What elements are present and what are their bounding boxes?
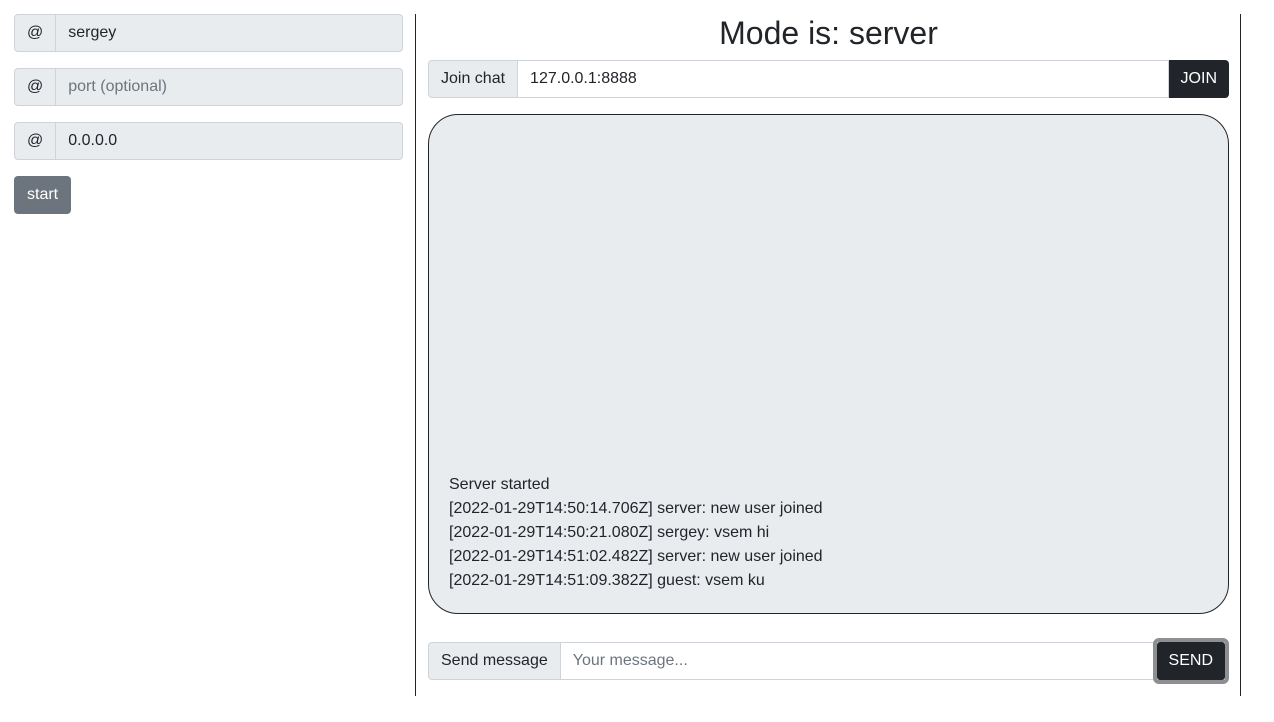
host-group: @ <box>14 122 403 160</box>
connection-panel: @ @ @ start <box>14 14 403 214</box>
chat-panel: Mode is: server Join chat JOIN Server st… <box>428 14 1229 614</box>
join-address-input[interactable] <box>518 60 1169 98</box>
at-icon: @ <box>14 68 57 106</box>
message-item: [2022-01-29T14:50:14.706Z] server: new u… <box>449 500 823 517</box>
message-item: [2022-01-29T14:50:21.080Z] sergey: vsem … <box>449 524 770 541</box>
send-button-focus-ring: SEND <box>1152 638 1229 684</box>
message-item: Server started <box>449 476 550 493</box>
join-group: Join chat JOIN <box>428 60 1229 98</box>
left-divider <box>415 14 416 696</box>
message-item: [2022-01-29T14:51:09.382Z] guest: vsem k… <box>449 572 765 589</box>
message-input[interactable] <box>560 642 1157 680</box>
port-group: @ <box>14 68 403 106</box>
at-icon: @ <box>14 122 57 160</box>
send-group: Send message SEND <box>428 638 1229 684</box>
send-label: Send message <box>428 642 561 680</box>
message-item: [2022-01-29T14:51:02.482Z] server: new u… <box>449 548 823 565</box>
join-label: Join chat <box>428 60 519 98</box>
port-input[interactable] <box>56 68 403 106</box>
chat-log: Server started [2022-01-29T14:50:14.706Z… <box>428 114 1229 614</box>
right-divider <box>1240 14 1241 696</box>
page-title: Mode is: server <box>719 15 938 51</box>
send-button[interactable]: SEND <box>1156 642 1225 680</box>
username-group: @ <box>14 14 403 52</box>
at-icon: @ <box>14 14 57 52</box>
username-input[interactable] <box>56 14 403 52</box>
join-button[interactable]: JOIN <box>1168 60 1229 98</box>
start-button[interactable]: start <box>14 176 72 214</box>
host-input[interactable] <box>56 122 403 160</box>
message-list: Server started [2022-01-29T14:50:14.706Z… <box>449 473 823 593</box>
